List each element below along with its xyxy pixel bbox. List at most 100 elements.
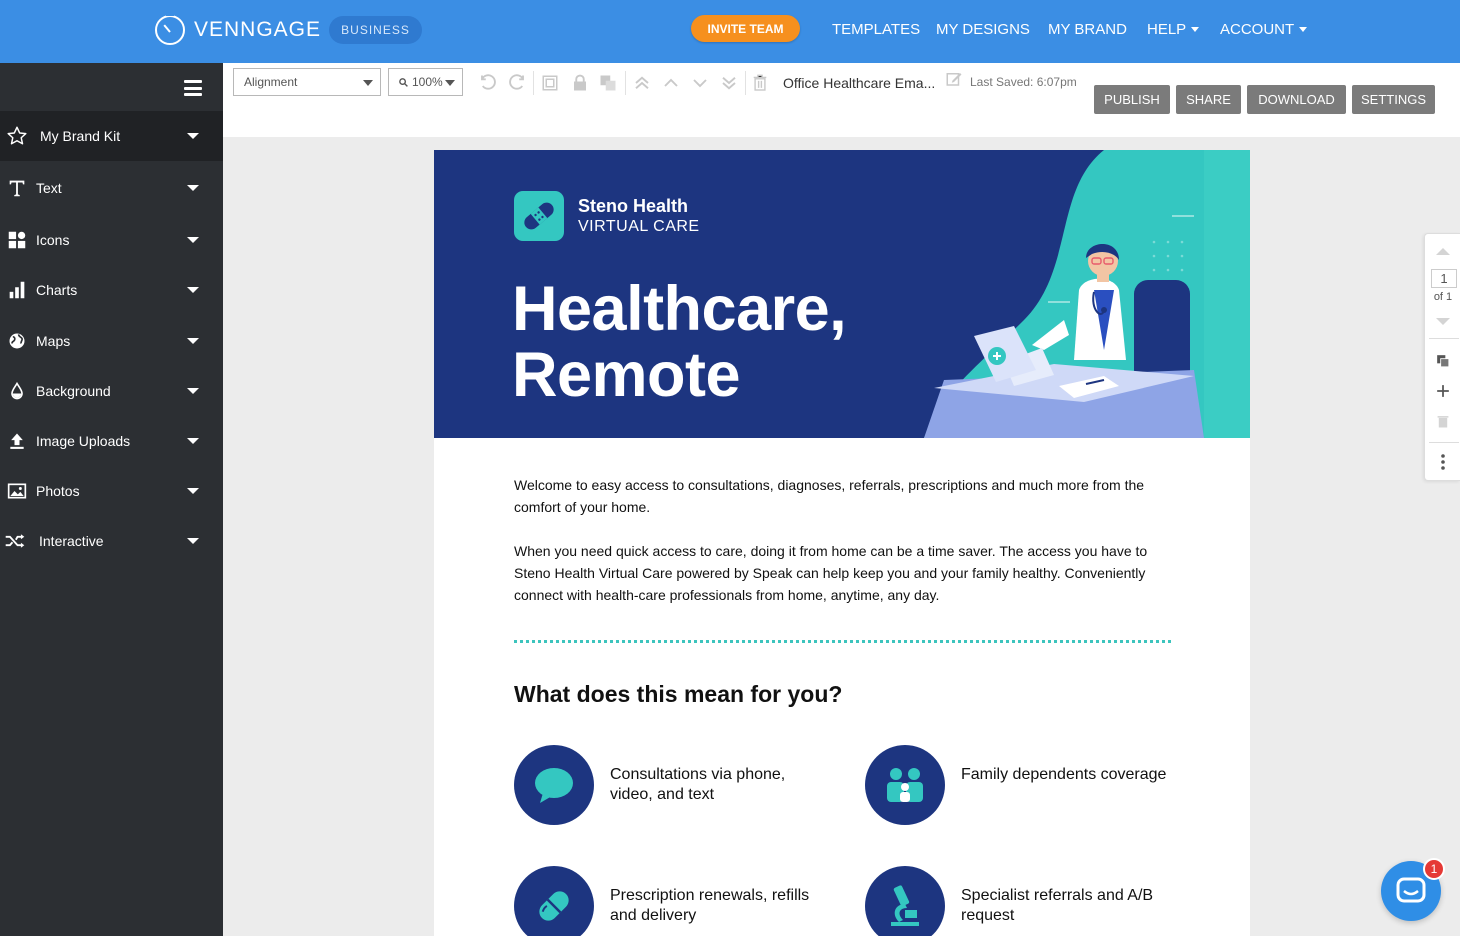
lock-icon[interactable] bbox=[569, 72, 591, 94]
bandage-icon bbox=[524, 202, 554, 230]
sidebar-item-interactive[interactable]: Interactive bbox=[0, 516, 223, 566]
sidebar-item-charts[interactable]: Charts bbox=[0, 265, 223, 315]
chevron-down-icon bbox=[187, 287, 199, 293]
add-page-icon[interactable] bbox=[1433, 381, 1453, 401]
feature-text: Family dependents coverage bbox=[961, 766, 1167, 783]
hero-title-line-1: Healthcare, bbox=[512, 274, 847, 344]
bring-to-front-icon[interactable] bbox=[631, 72, 653, 94]
duplicate-page-icon[interactable] bbox=[1433, 351, 1453, 371]
sidebar-item-label: Interactive bbox=[39, 533, 104, 549]
nav-my-designs[interactable]: MY DESIGNS bbox=[936, 21, 1030, 38]
sidebar-item-background[interactable]: Background bbox=[0, 366, 223, 416]
hero-banner[interactable]: Steno Health VIRTUAL CARE Healthcare, Re… bbox=[434, 150, 1250, 438]
top-bar: VENNGAGE BUSINESS INVITE TEAM TEMPLATES … bbox=[0, 0, 1460, 63]
panel-divider bbox=[1429, 442, 1459, 443]
upload-icon bbox=[6, 430, 28, 452]
toolbar-divider bbox=[745, 71, 746, 95]
send-to-back-icon[interactable] bbox=[718, 72, 740, 94]
sidebar-item-my-brand-kit[interactable]: My Brand Kit bbox=[0, 111, 223, 161]
sidebar-item-label: Icons bbox=[36, 232, 70, 248]
nav-my-brand[interactable]: MY BRAND bbox=[1048, 21, 1127, 38]
sidebar-item-label: Image Uploads bbox=[36, 433, 131, 449]
brand-name[interactable]: Steno Health bbox=[578, 196, 688, 217]
alignment-select[interactable]: Alignment bbox=[233, 68, 381, 96]
brand-subtitle[interactable]: VIRTUAL CARE bbox=[578, 218, 700, 236]
sidebar-item-label: Photos bbox=[36, 483, 80, 499]
alignment-select-value: Alignment bbox=[244, 75, 298, 89]
toolbar-divider bbox=[533, 71, 534, 95]
sidebar-item-photos[interactable]: Photos bbox=[0, 466, 223, 516]
trash-icon[interactable] bbox=[749, 72, 771, 94]
sidebar-item-image-uploads[interactable]: Image Uploads bbox=[0, 416, 223, 466]
feature-text: Specialist referrals and A/B request bbox=[961, 887, 1154, 924]
page-navigator: 1 of 1 bbox=[1424, 233, 1460, 481]
edit-title-icon[interactable] bbox=[943, 68, 965, 90]
zoom-select[interactable]: 100% bbox=[388, 68, 463, 96]
feature-item[interactable]: Consultations via phone, video, and text bbox=[514, 745, 834, 825]
chevron-down-icon bbox=[187, 488, 199, 494]
clock-logo-icon bbox=[155, 12, 185, 45]
next-page-icon[interactable] bbox=[1436, 318, 1450, 325]
send-backward-icon[interactable] bbox=[689, 72, 711, 94]
group-icon[interactable] bbox=[539, 72, 561, 94]
delete-page-icon[interactable] bbox=[1433, 411, 1453, 431]
sidebar-item-icons[interactable]: Icons bbox=[0, 215, 223, 265]
feature-item[interactable]: Specialist referrals and A/B request bbox=[865, 866, 1185, 936]
steno-health-logo[interactable] bbox=[514, 191, 564, 241]
image-icon bbox=[6, 480, 28, 502]
nav-account[interactable]: ACCOUNT bbox=[1220, 21, 1308, 38]
feature-item[interactable]: Prescription renewals, refills and deliv… bbox=[514, 866, 834, 936]
sidebar-item-label: Charts bbox=[36, 282, 78, 298]
editor-toolbar: Alignment 100% Office Healthcare Ema... bbox=[223, 63, 1460, 137]
intro-paragraph[interactable]: Welcome to easy access to consultations,… bbox=[514, 474, 1174, 518]
feature-item[interactable]: Family dependents coverage bbox=[865, 745, 1185, 825]
share-button[interactable]: SHARE bbox=[1176, 85, 1241, 114]
chevron-down-icon bbox=[187, 538, 199, 544]
business-badge: BUSINESS bbox=[329, 16, 422, 44]
venngage-logo[interactable]: VENNGAGE bbox=[155, 12, 322, 45]
hero-title[interactable]: Healthcare, Remote bbox=[512, 274, 847, 408]
sidebar-item-label: Maps bbox=[36, 333, 71, 349]
family-icon bbox=[865, 745, 945, 825]
more-options-icon[interactable] bbox=[1433, 452, 1453, 472]
sidebar-item-text[interactable]: Text bbox=[0, 163, 223, 213]
sidebar: My Brand Kit Text Icons Charts Maps Back… bbox=[0, 63, 223, 936]
document-title[interactable]: Office Healthcare Ema... bbox=[783, 75, 935, 91]
settings-button[interactable]: SETTINGS bbox=[1352, 85, 1435, 114]
page-number-input[interactable]: 1 bbox=[1431, 269, 1457, 288]
page-count-text: of 1 bbox=[1433, 291, 1453, 303]
invite-team-button[interactable]: INVITE TEAM bbox=[691, 15, 800, 42]
nav-my-brand-label: MY BRAND bbox=[1048, 21, 1127, 38]
hamburger-menu-icon[interactable] bbox=[184, 80, 202, 96]
nav-account-label: ACCOUNT bbox=[1220, 21, 1295, 38]
undo-icon[interactable] bbox=[477, 72, 499, 94]
nav-help[interactable]: HELP bbox=[1147, 21, 1200, 38]
nav-templates[interactable]: TEMPLATES bbox=[832, 21, 920, 38]
section-title[interactable]: What does this mean for you? bbox=[514, 681, 842, 708]
sidebar-item-maps[interactable]: Maps bbox=[0, 316, 223, 366]
star-icon bbox=[6, 125, 28, 147]
icons-grid-icon bbox=[6, 229, 28, 251]
chat-icon bbox=[1396, 877, 1426, 903]
nav-templates-label: TEMPLATES bbox=[832, 21, 921, 38]
microscope-icon bbox=[865, 866, 945, 936]
nav-help-label: HELP bbox=[1147, 21, 1187, 38]
doctor-illustration[interactable] bbox=[904, 150, 1250, 438]
text-icon bbox=[6, 177, 28, 199]
publish-button[interactable]: PUBLISH bbox=[1094, 85, 1170, 114]
dotted-divider[interactable] bbox=[514, 640, 1171, 643]
bring-forward-icon[interactable] bbox=[660, 72, 682, 94]
previous-page-icon[interactable] bbox=[1436, 248, 1450, 255]
feature-text: Prescription renewals, refills and deliv… bbox=[610, 887, 810, 924]
download-button[interactable]: DOWNLOAD bbox=[1247, 85, 1346, 114]
chevron-down-icon bbox=[363, 80, 373, 86]
sidebar-item-label: Background bbox=[36, 383, 111, 399]
design-canvas[interactable]: Steno Health VIRTUAL CARE Healthcare, Re… bbox=[434, 150, 1250, 936]
sidebar-item-label: Text bbox=[36, 180, 62, 196]
details-paragraph[interactable]: When you need quick access to care, doin… bbox=[514, 540, 1174, 606]
pill-icon bbox=[514, 866, 594, 936]
bar-chart-icon bbox=[6, 279, 28, 301]
logo-text: VENNGAGE bbox=[194, 18, 322, 41]
duplicate-icon[interactable] bbox=[597, 72, 619, 94]
redo-icon[interactable] bbox=[506, 72, 528, 94]
